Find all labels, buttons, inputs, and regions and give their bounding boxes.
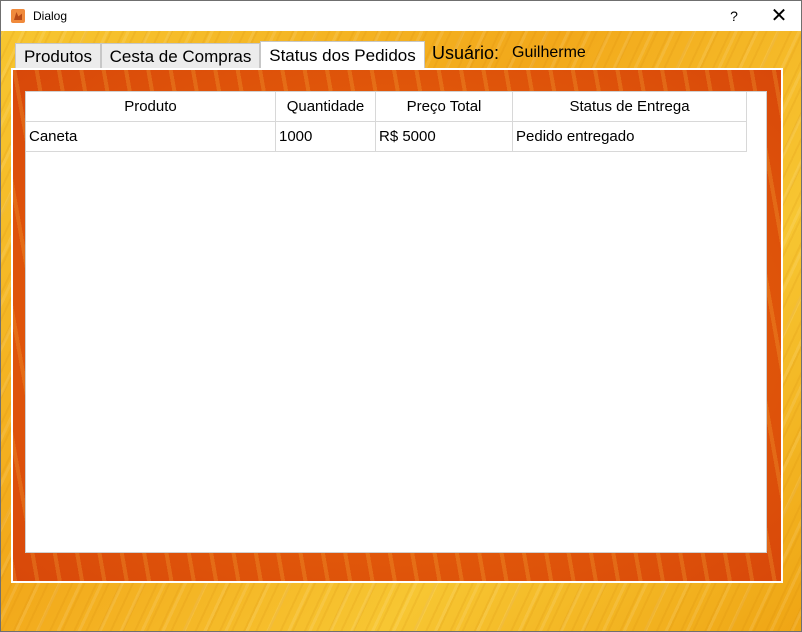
dialog-client-area: Produtos Cesta de Compras Status dos Ped… [1, 31, 801, 631]
cell-quantidade[interactable]: 1000 [276, 122, 376, 152]
user-label: Usuário: [432, 43, 500, 63]
cell-produto[interactable]: Caneta [26, 122, 276, 152]
column-header-preco-total[interactable]: Preço Total [376, 92, 513, 122]
cell-status-de-entrega[interactable]: Pedido entregado [513, 122, 747, 152]
user-name: Guilherme [512, 44, 586, 61]
cell-preco-total[interactable]: R$ 5000 [376, 122, 513, 152]
close-button[interactable]: ✕ [759, 1, 799, 31]
column-header-produto[interactable]: Produto [26, 92, 276, 122]
column-header-quantidade[interactable]: Quantidade [276, 92, 376, 122]
help-button[interactable]: ? [717, 1, 751, 31]
table-row[interactable]: Caneta 1000 R$ 5000 Pedido entregado [26, 122, 747, 152]
app-icon [11, 9, 25, 23]
tab-status-dos-pedidos[interactable]: Status dos Pedidos [260, 41, 425, 69]
orders-tab-pane: Produto Quantidade Preço Total Status de… [11, 68, 783, 583]
title-bar[interactable]: Dialog ? ✕ [1, 1, 801, 31]
column-header-status-de-entrega[interactable]: Status de Entrega [513, 92, 747, 122]
tab-produtos[interactable]: Produtos [15, 43, 101, 69]
orders-table[interactable]: Produto Quantidade Preço Total Status de… [25, 91, 767, 553]
table-header: Produto Quantidade Preço Total Status de… [26, 92, 747, 122]
window-title: Dialog [33, 9, 68, 23]
dialog-window: Dialog ? ✕ Produtos Cesta de Compras Sta… [0, 0, 802, 632]
tab-cesta-de-compras[interactable]: Cesta de Compras [101, 43, 260, 69]
